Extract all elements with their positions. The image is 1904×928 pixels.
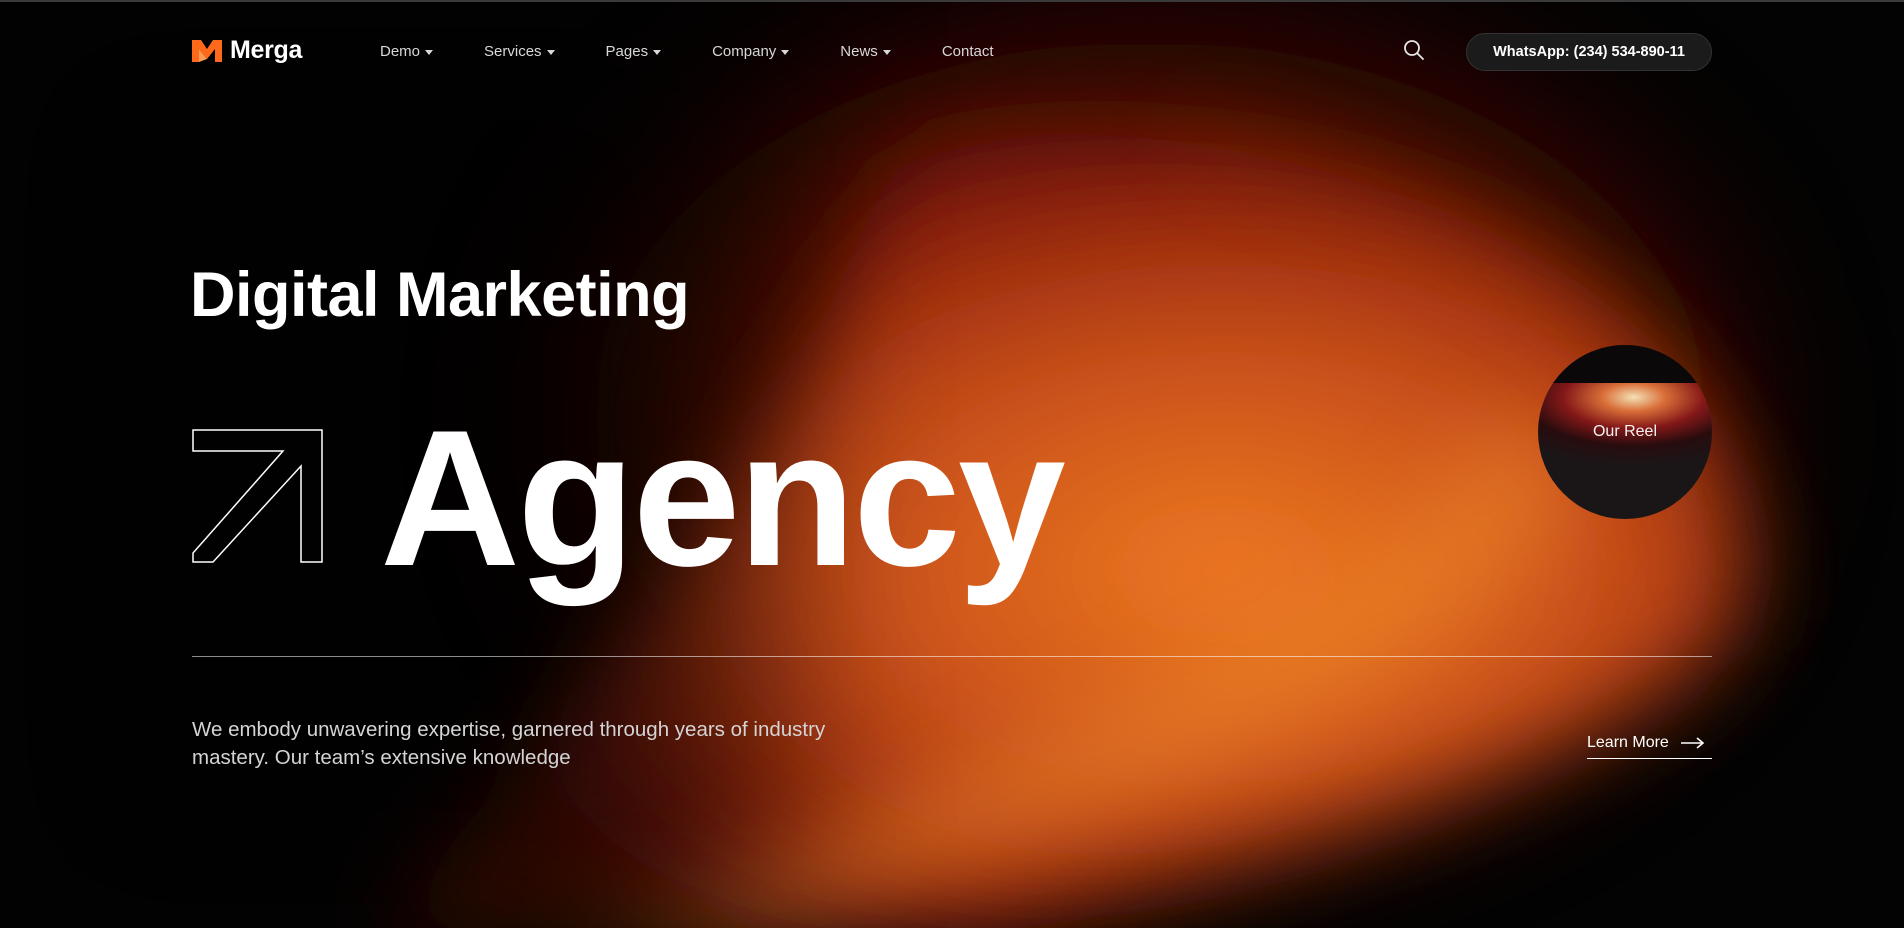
chevron-down-icon xyxy=(425,49,434,55)
logo-link[interactable]: Merga xyxy=(192,36,302,65)
site-header: Merga Demo Services Pages Company News C… xyxy=(192,32,1712,72)
main-nav: Demo Services Pages Company News Contact xyxy=(380,43,1045,60)
nav-item-label: Contact xyxy=(941,43,994,60)
reel-label: Our Reel xyxy=(1592,423,1658,440)
chevron-down-icon xyxy=(653,49,662,55)
whatsapp-button[interactable]: WhatsApp: (234) 534-890-11 xyxy=(1466,33,1712,71)
hero-divider xyxy=(192,656,1712,657)
nav-item-company[interactable]: Company xyxy=(712,43,790,60)
nav-item-label: Company xyxy=(712,43,777,60)
chevron-down-icon xyxy=(882,49,891,55)
arrow-right-icon xyxy=(1680,736,1705,749)
nav-item-demo[interactable]: Demo xyxy=(380,43,434,60)
hero-description: We embody unwavering expertise, garnered… xyxy=(192,718,826,769)
nav-item-label: Services xyxy=(484,43,542,60)
nav-item-services[interactable]: Services xyxy=(484,43,555,60)
nav-item-contact[interactable]: Contact xyxy=(942,43,994,60)
search-icon[interactable] xyxy=(1402,38,1426,62)
learn-more-link[interactable]: Learn More xyxy=(1587,731,1712,759)
chevron-down-icon xyxy=(781,49,790,55)
nav-item-label: Demo xyxy=(380,43,421,60)
learn-more-label: Learn More xyxy=(1587,733,1669,751)
page: Merga Demo Services Pages Company News C… xyxy=(0,0,1904,928)
brand-name: Merga xyxy=(230,36,303,64)
logo-mark-icon xyxy=(192,39,222,62)
arrow-up-right-icon xyxy=(192,429,323,563)
nav-item-label: News xyxy=(840,43,878,60)
chevron-down-icon xyxy=(546,49,555,55)
nav-item-pages[interactable]: Pages xyxy=(606,43,662,60)
nav-item-label: Pages xyxy=(605,43,649,60)
our-reel-button[interactable]: Our Reel xyxy=(1538,345,1712,519)
hero-title-line-1: Digital Marketing xyxy=(190,260,690,330)
nav-item-news[interactable]: News xyxy=(840,43,891,60)
hero-title-line-2: Agency xyxy=(380,390,1066,607)
